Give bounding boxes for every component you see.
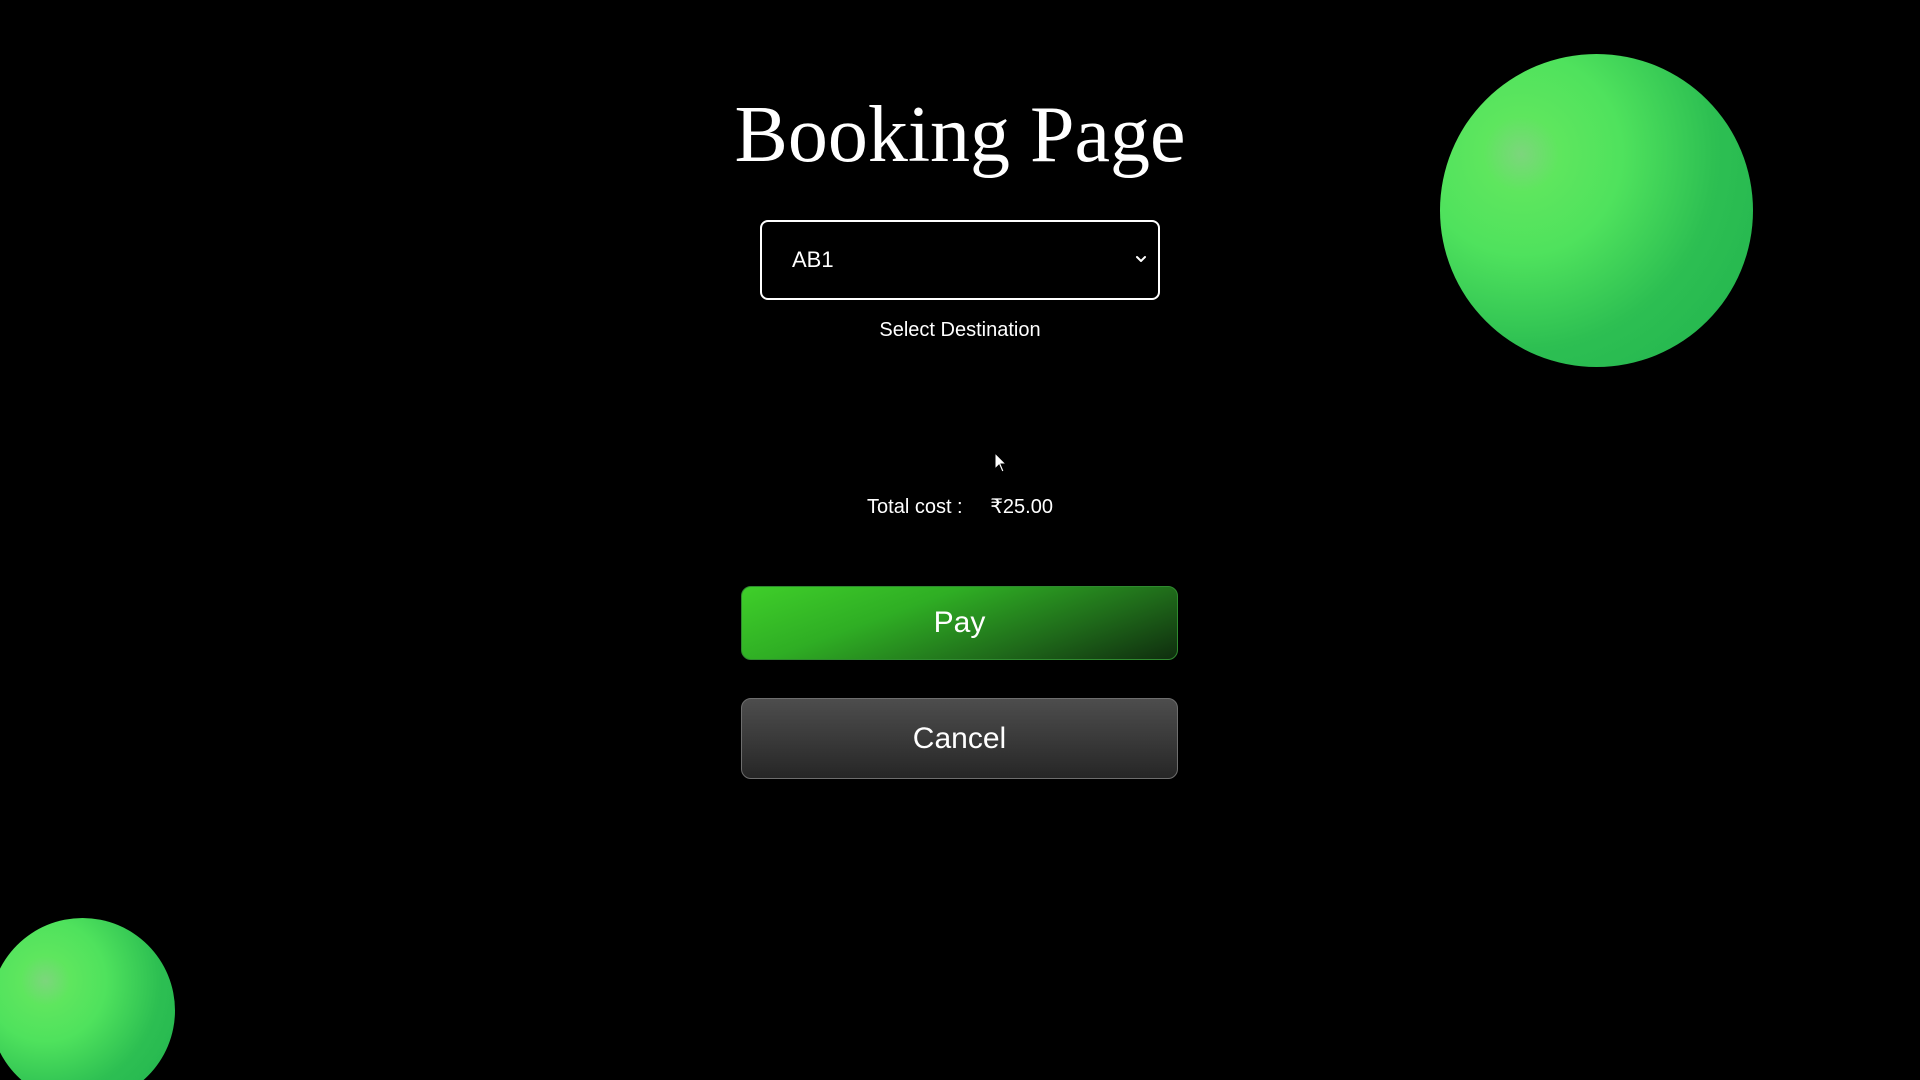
decorative-green-sphere [0,918,175,1080]
total-cost-row: Total cost : ₹25.00 [760,492,1160,522]
destination-select-label: Select Destination [879,319,1041,341]
total-cost-label: Total cost : [867,496,963,518]
pay-button[interactable]: Pay [741,586,1178,660]
destination-select-value: AB1 [792,247,834,272]
booking-page: Booking Page AB1 Select Destination Tota… [0,0,1920,1080]
destination-select[interactable]: AB1 [760,220,1160,300]
page-title: Booking Page [734,91,1186,179]
chevron-down-icon [1136,256,1146,262]
cursor-icon [994,452,1008,473]
cancel-button[interactable]: Cancel [741,698,1178,779]
total-cost-amount: ₹25.00 [990,496,1053,518]
